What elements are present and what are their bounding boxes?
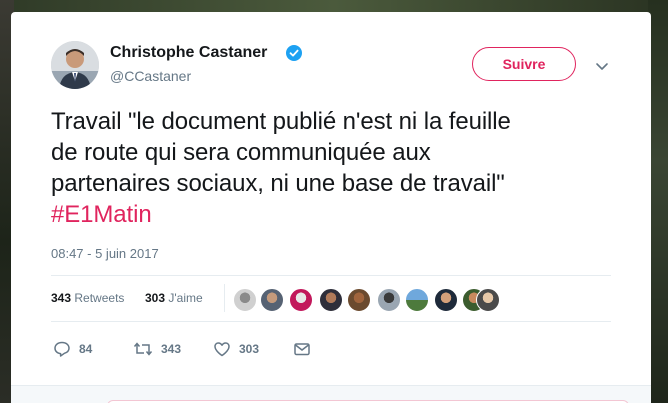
liker-avatar[interactable] xyxy=(233,288,257,312)
background-photo-right xyxy=(648,0,668,403)
likes-stat[interactable]: 303 J'aime xyxy=(145,291,203,305)
like-action[interactable]: 303 xyxy=(213,339,259,359)
liker-avatar[interactable] xyxy=(476,288,500,312)
heart-icon xyxy=(214,342,230,357)
avatar[interactable] xyxy=(51,41,99,89)
tweet-timestamp[interactable]: 08:47 - 5 juin 2017 xyxy=(51,246,159,261)
retweets-stat[interactable]: 343 Retweets xyxy=(51,291,124,305)
direct-message-action[interactable] xyxy=(293,339,311,359)
retweet-icon xyxy=(133,342,153,356)
reply-action[interactable]: 84 xyxy=(53,339,92,359)
tweet-text-line: de route qui sera communiquée aux xyxy=(51,139,431,166)
retweet-count: 343 xyxy=(161,342,182,356)
liker-avatar[interactable] xyxy=(319,288,343,312)
retweets-label: Retweets xyxy=(74,291,125,305)
liker-avatar[interactable] xyxy=(405,288,429,312)
likes-label: J'aime xyxy=(168,291,203,305)
reply-icon xyxy=(54,341,70,357)
reply-count: 84 xyxy=(79,342,93,356)
envelope-icon xyxy=(294,343,310,356)
liker-avatar[interactable] xyxy=(347,288,371,312)
like-count: 303 xyxy=(239,342,260,356)
verified-badge-icon xyxy=(286,45,302,61)
author-handle[interactable]: @CCastaner xyxy=(110,68,191,84)
reply-area xyxy=(11,385,651,403)
tweet-text-line: partenaires sociaux, ni une base de trav… xyxy=(51,170,505,197)
hashtag-link[interactable]: #E1Matin xyxy=(51,199,611,230)
author-name[interactable]: Christophe Castaner xyxy=(110,44,267,62)
liker-avatar[interactable] xyxy=(260,288,284,312)
tweet-text: Travail "le document publié n'est ni la … xyxy=(51,106,611,230)
liker-avatar[interactable] xyxy=(377,288,401,312)
follow-button[interactable]: Suivre xyxy=(472,47,576,81)
tweet-text-line: Travail "le document publié n'est ni la … xyxy=(51,108,511,135)
likes-count: 303 xyxy=(145,291,166,305)
divider xyxy=(51,321,611,322)
divider xyxy=(51,275,611,276)
divider xyxy=(224,284,225,312)
retweets-count: 343 xyxy=(51,291,72,305)
chevron-down-icon[interactable] xyxy=(595,59,609,70)
liker-avatar[interactable] xyxy=(289,288,313,312)
liker-avatar[interactable] xyxy=(434,288,458,312)
retweet-action[interactable]: 343 xyxy=(133,339,181,359)
background-photo-top xyxy=(0,0,668,12)
tweet-card: Christophe Castaner @CCastaner Suivre Tr… xyxy=(11,12,651,385)
